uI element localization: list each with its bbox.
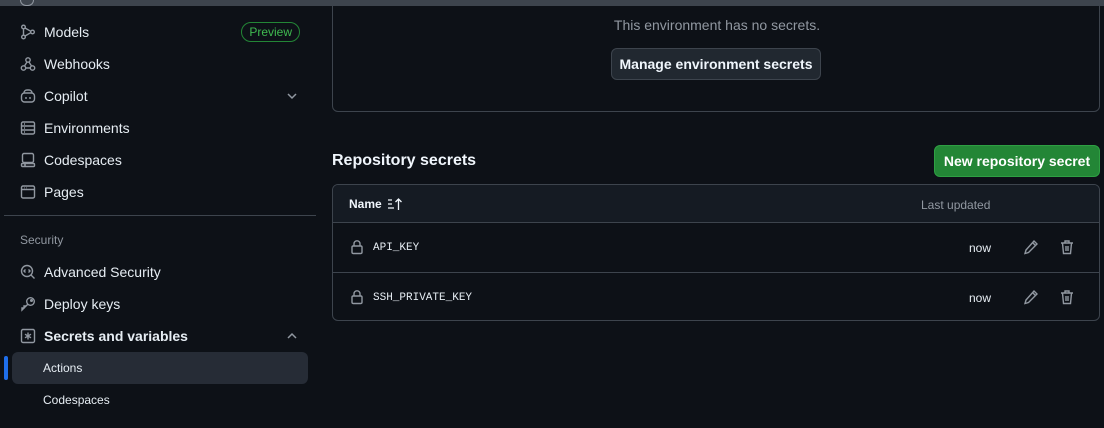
sidebar-item-label: Webhooks xyxy=(44,56,110,72)
preview-badge: Preview xyxy=(241,22,300,42)
table-row: API_KEY now xyxy=(333,223,1099,272)
empty-state-message: This environment has no secrets. xyxy=(613,17,821,33)
sidebar-item-codespaces[interactable]: Codespaces xyxy=(12,144,308,176)
trash-icon[interactable] xyxy=(1059,289,1075,305)
active-indicator xyxy=(4,356,8,380)
sidebar-subitem-codespaces[interactable]: Codespaces xyxy=(12,384,308,416)
secret-updated: now xyxy=(969,241,992,255)
sidebar-item-label: Models xyxy=(44,24,90,40)
name-column-label: Name xyxy=(349,197,382,211)
asterisk-icon xyxy=(20,328,36,344)
table-row: SSH_PRIVATE_KEY now xyxy=(333,272,1099,320)
sidebar-subitem-actions[interactable]: Actions xyxy=(12,352,308,384)
sidebar-item-deploy-keys[interactable]: Deploy keys xyxy=(12,288,308,320)
sidebar-item-advanced-security[interactable]: Advanced Security xyxy=(12,256,308,288)
codespaces-icon xyxy=(20,152,36,168)
chevron-up-icon[interactable] xyxy=(284,328,300,344)
models-icon xyxy=(20,24,36,40)
table-header: Name Last updated xyxy=(333,185,1099,223)
partial-icon-top xyxy=(20,0,34,6)
name-column-header[interactable]: Name xyxy=(349,197,403,211)
pencil-icon[interactable] xyxy=(1023,239,1039,255)
codescan-icon xyxy=(20,264,36,280)
sidebar-item-copilot[interactable]: Copilot xyxy=(12,80,308,112)
sidebar-item-label: Pages xyxy=(44,184,84,200)
trash-icon[interactable] xyxy=(1059,239,1075,255)
environment-secrets-panel: This environment has no secrets. Manage … xyxy=(332,0,1100,112)
sidebar-item-label: Deploy keys xyxy=(44,296,121,312)
repository-secrets-title: Repository secrets xyxy=(332,152,477,169)
sidebar-item-models[interactable]: Models Preview xyxy=(12,16,308,48)
secret-updated: now xyxy=(969,291,992,305)
sidebar-item-label: Environments xyxy=(44,120,130,136)
webhook-icon xyxy=(20,56,36,72)
sidebar-item-label: Copilot xyxy=(44,88,88,104)
sort-ascending-icon[interactable] xyxy=(387,197,403,211)
manage-environment-secrets-button[interactable]: Manage environment secrets xyxy=(611,48,821,80)
security-heading: Security xyxy=(20,233,64,247)
copilot-icon xyxy=(20,88,36,104)
server-icon xyxy=(20,120,36,136)
secret-name: SSH_PRIVATE_KEY xyxy=(373,292,473,304)
secret-name: API_KEY xyxy=(373,242,420,254)
secrets-table: Name Last updated API_KEY now SSH_PRIVAT… xyxy=(332,184,1100,321)
settings-sidebar: Models Preview Webhooks Copilot Environm… xyxy=(0,0,320,428)
last-updated-column-header: Last updated xyxy=(921,198,991,212)
sidebar-item-webhooks[interactable]: Webhooks xyxy=(12,48,308,80)
sidebar-item-secrets-and-variables[interactable]: Secrets and variables xyxy=(12,320,308,352)
sidebar-item-pages[interactable]: Pages xyxy=(12,176,308,208)
chevron-down-icon[interactable] xyxy=(284,88,300,104)
lock-icon xyxy=(349,289,365,305)
sidebar-divider xyxy=(4,215,316,216)
sidebar-item-label: Codespaces xyxy=(44,152,122,168)
sidebar-item-label: Secrets and variables xyxy=(44,328,188,344)
sidebar-item-label: Advanced Security xyxy=(44,264,161,280)
pencil-icon[interactable] xyxy=(1023,289,1039,305)
lock-icon xyxy=(349,239,365,255)
sidebar-item-environments[interactable]: Environments xyxy=(12,112,308,144)
key-icon xyxy=(20,296,36,312)
new-repository-secret-button[interactable]: New repository secret xyxy=(934,145,1100,177)
browser-icon xyxy=(20,184,36,200)
